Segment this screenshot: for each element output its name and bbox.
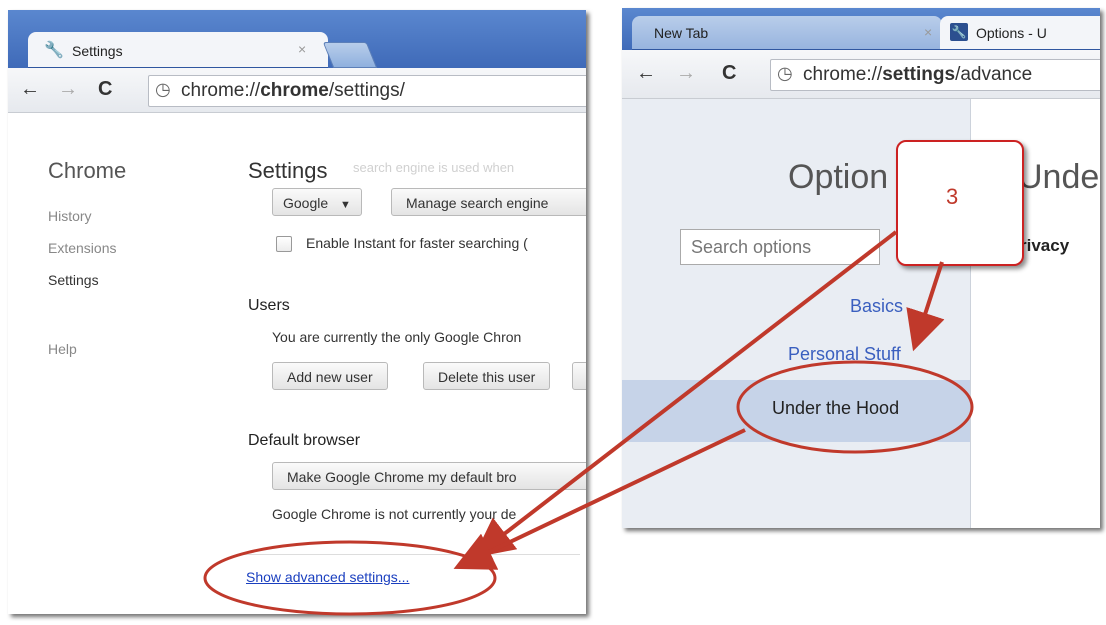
arrow-hood-to-advanced-link [453,428,746,570]
highlight-ellipse-advanced-link [203,540,497,616]
highlight-ellipse-under-the-hood [736,360,974,454]
arrow-to-under-the-hood [906,261,945,352]
arrow-to-advanced-link [473,230,898,558]
annotation-overlay [203,230,974,616]
